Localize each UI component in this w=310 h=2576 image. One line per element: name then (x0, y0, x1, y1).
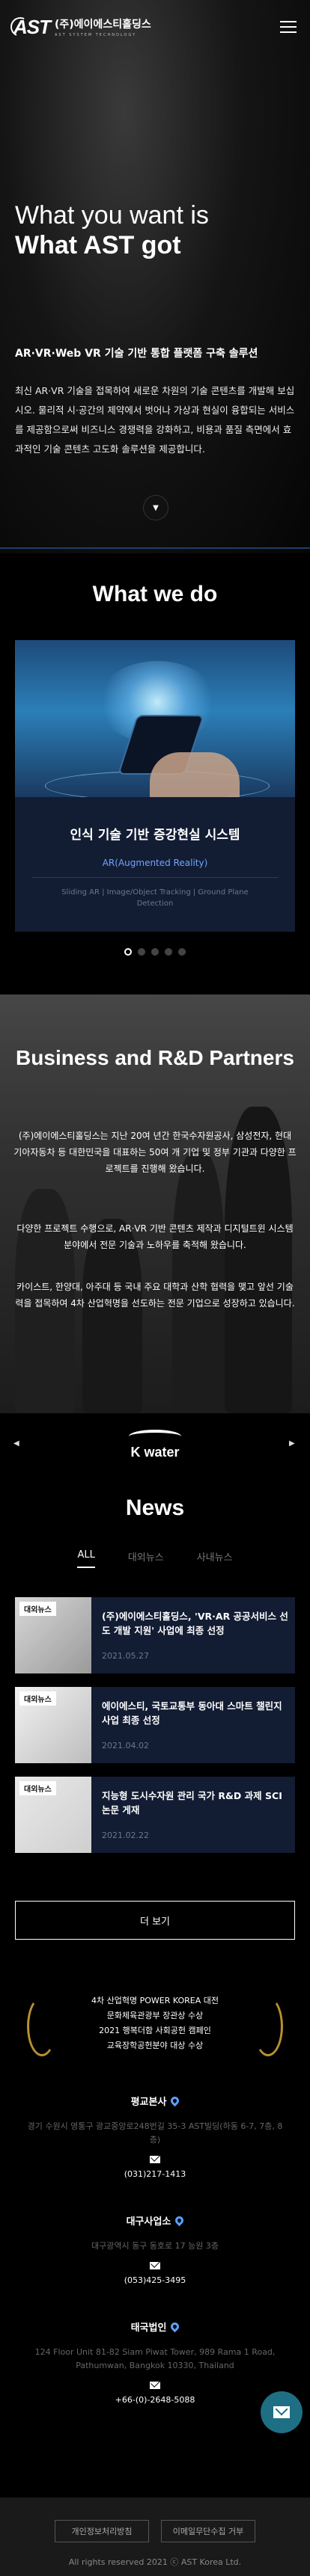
news-tabs: ALL 대외뉴스 사내뉴스 (0, 1549, 310, 1568)
contact-phone[interactable]: (031)217-1413 (0, 2169, 310, 2179)
envelope-icon (273, 2406, 290, 2418)
hamburger-menu-icon[interactable] (280, 21, 297, 33)
logo[interactable]: AST (주)에이에스티홀딩스 AST SYSTEM TECHNOLOGY (13, 16, 151, 39)
slider-dot[interactable] (165, 948, 172, 956)
tab-internal-news[interactable]: 사내뉴스 (197, 1549, 233, 1568)
company-name: (주)에이에스티홀딩스 (55, 19, 151, 31)
slide-subtitle: AR(Augmented Reality) (102, 858, 208, 868)
news-card[interactable]: 대외뉴스 에이에스티, 국토교통부 동아대 스마트 챌린지 사업 최종 선정 2… (15, 1687, 295, 1763)
award-line: 교육장학공헌분야 대상 수상 (106, 2041, 204, 2050)
contact-title: 대구사업소 (0, 2213, 310, 2228)
contact-thailand: 태국법인 124 Floor Unit 81-82 Siam Piwat Tow… (0, 2320, 310, 2405)
chevron-right-icon[interactable]: ▶ (289, 1439, 295, 1448)
news-thumbnail: 대외뉴스 (15, 1777, 91, 1853)
contact-daegu: 대구사업소 대구광역시 동구 동호로 17 능원 3층 (053)425-349… (0, 2213, 310, 2285)
scroll-down-button[interactable]: ▼ (143, 495, 168, 520)
slide-tags: Sliding AR | Image/Object Tracking | Gro… (61, 888, 249, 908)
site-header: AST (주)에이에스티홀딩스 AST SYSTEM TECHNOLOGY (0, 0, 310, 54)
slider-dot[interactable] (138, 948, 145, 956)
business-paragraph-3: 카이스트, 한양대, 아주대 등 국내 주요 대학과 산학 협력을 맺고 앞선 … (15, 1282, 295, 1309)
award-section: 4차 산업혁명 POWER KOREA 대전 문화체육관광부 장관상 수상 20… (0, 1989, 310, 2071)
ar-illustration (15, 640, 295, 797)
contact-title: 태국법인 (0, 2320, 310, 2334)
partner-logo-strip: K water (0, 1413, 310, 1473)
news-date: 2021.05.27 (102, 1651, 149, 1661)
chevron-left-icon[interactable]: ◀ (13, 1439, 19, 1448)
site-footer: 개인정보처리방침 이메일무단수집 거부 All rights reserved … (0, 2497, 310, 2576)
kwater-logo-text: K water (130, 1445, 180, 1460)
mail-icon (150, 2262, 160, 2269)
business-paragraph-2: 다양한 프로젝트 수행으로, AR·VR 기반 콘텐츠 제작과 디지털트윈 시스… (16, 1223, 294, 1250)
copyright: All rights reserved 2021 ⓒ AST Korea Ltd… (68, 2557, 242, 2567)
slider-dot[interactable] (151, 948, 159, 956)
award-text: 4차 산업혁명 POWER KOREA 대전 문화체육관광부 장관상 수상 20… (0, 1994, 310, 2053)
news-date: 2021.04.02 (102, 1741, 149, 1750)
hero-headline-line2: What AST got (15, 231, 181, 259)
news-badge: 대외뉴스 (19, 1602, 56, 1616)
mail-icon (150, 2156, 160, 2163)
contact-address: 경기 수원시 영통구 광교중앙로248번길 35-3 AST빌딩(하동 6-7,… (27, 2121, 283, 2145)
news-headline: 지능형 도시수자원 관리 국가 R&D 과제 SCI 논문 게재 (102, 1790, 282, 1816)
news-title: News (125, 1496, 185, 1520)
contact-title: 평교본사 (0, 2094, 310, 2108)
news-headline: 에이에스티, 국토교통부 동아대 스마트 챌린지 사업 최종 선정 (102, 1700, 282, 1726)
map-pin-icon (169, 2094, 181, 2107)
news-headline: (주)에이에스티홀딩스, 'VR·AR 공공서비스 선도 개발 지원' 사업에 … (102, 1611, 288, 1636)
business-title: Business and R&D Partners (16, 1046, 294, 1069)
more-news-button[interactable]: 더 보기 (15, 1901, 295, 1940)
award-line: 4차 산업혁명 POWER KOREA 대전 (91, 1996, 219, 2005)
map-pin-icon (169, 2320, 181, 2333)
hero-tagline: AR·VR·Web VR 기술 기반 통합 플랫폼 구축 솔루션 (15, 348, 258, 360)
contact-hq: 평교본사 경기 수원시 영통구 광교중앙로248번길 35-3 AST빌딩(하동… (0, 2094, 310, 2179)
kwater-logo: K water (0, 1430, 310, 1460)
news-badge: 대외뉴스 (19, 1691, 56, 1706)
contact-address: 대구광역시 동구 동호로 17 능원 3층 (91, 2241, 219, 2251)
slider-pagination (0, 948, 310, 956)
map-pin-icon (174, 2214, 186, 2227)
hero-divider (0, 547, 310, 549)
award-line: 문화체육관광부 장관상 수상 (106, 2011, 204, 2020)
mail-icon (150, 2382, 160, 2389)
company-subtitle: AST SYSTEM TECHNOLOGY (55, 33, 137, 37)
business-paragraph-1: (주)에이에스티홀딩스는 지난 20여 년간 한국수자원공사, 삼성전자, 현대… (13, 1131, 297, 1174)
news-card[interactable]: 대외뉴스 지능형 도시수자원 관리 국가 R&D 과제 SCI 논문 게재 20… (15, 1777, 295, 1853)
what-we-do-title: What we do (92, 582, 218, 606)
contact-floating-button[interactable] (261, 2391, 303, 2433)
slider-dot[interactable] (124, 948, 132, 956)
slider-dot[interactable] (178, 948, 186, 956)
news-card[interactable]: 대외뉴스 (주)에이에스티홀딩스, 'VR·AR 공공서비스 선도 개발 지원'… (15, 1597, 295, 1673)
news-badge: 대외뉴스 (19, 1781, 56, 1795)
chevron-down-icon: ▼ (153, 503, 159, 512)
slide-title: 인식 기술 기반 증강현실 시스템 (70, 828, 240, 843)
privacy-policy-button[interactable]: 개인정보처리방침 (55, 2520, 149, 2542)
news-date: 2021.02.22 (102, 1830, 149, 1840)
business-partners-section: Business and R&D Partners (주)에이에스티홀딩스는 지… (0, 995, 310, 1413)
slide-divider (31, 877, 279, 878)
page: What you want is What AST got AR·VR·Web … (0, 0, 310, 2576)
tab-all[interactable]: ALL (77, 1549, 94, 1568)
news-thumbnail: 대외뉴스 (15, 1597, 91, 1673)
news-thumbnail: 대외뉴스 (15, 1687, 91, 1763)
hero-description: 최신 AR·VR 기술을 접목하여 새로운 차원의 기술 콘텐츠를 개발해 보십… (15, 385, 295, 455)
award-line: 2021 행복더함 사회공헌 캠페인 (99, 2026, 211, 2035)
email-policy-button[interactable]: 이메일무단수집 거부 (161, 2520, 255, 2542)
tab-external-news[interactable]: 대외뉴스 (128, 1549, 164, 1568)
footer-links: 개인정보처리방침 이메일무단수집 거부 (0, 2520, 310, 2542)
logo-mark: AST (13, 15, 51, 38)
contact-address: 124 Floor Unit 81-82 Siam Piwat Tower, 9… (34, 2347, 276, 2370)
hero-section: What you want is What AST got AR·VR·Web … (0, 0, 310, 553)
service-slide[interactable]: 인식 기술 기반 증강현실 시스템 AR(Augmented Reality) … (15, 640, 295, 932)
logo-text: (주)에이에스티홀딩스 AST SYSTEM TECHNOLOGY (55, 16, 151, 37)
hero-headline-line1: What you want is (15, 201, 209, 230)
contact-phone[interactable]: (053)425-3495 (0, 2275, 310, 2285)
